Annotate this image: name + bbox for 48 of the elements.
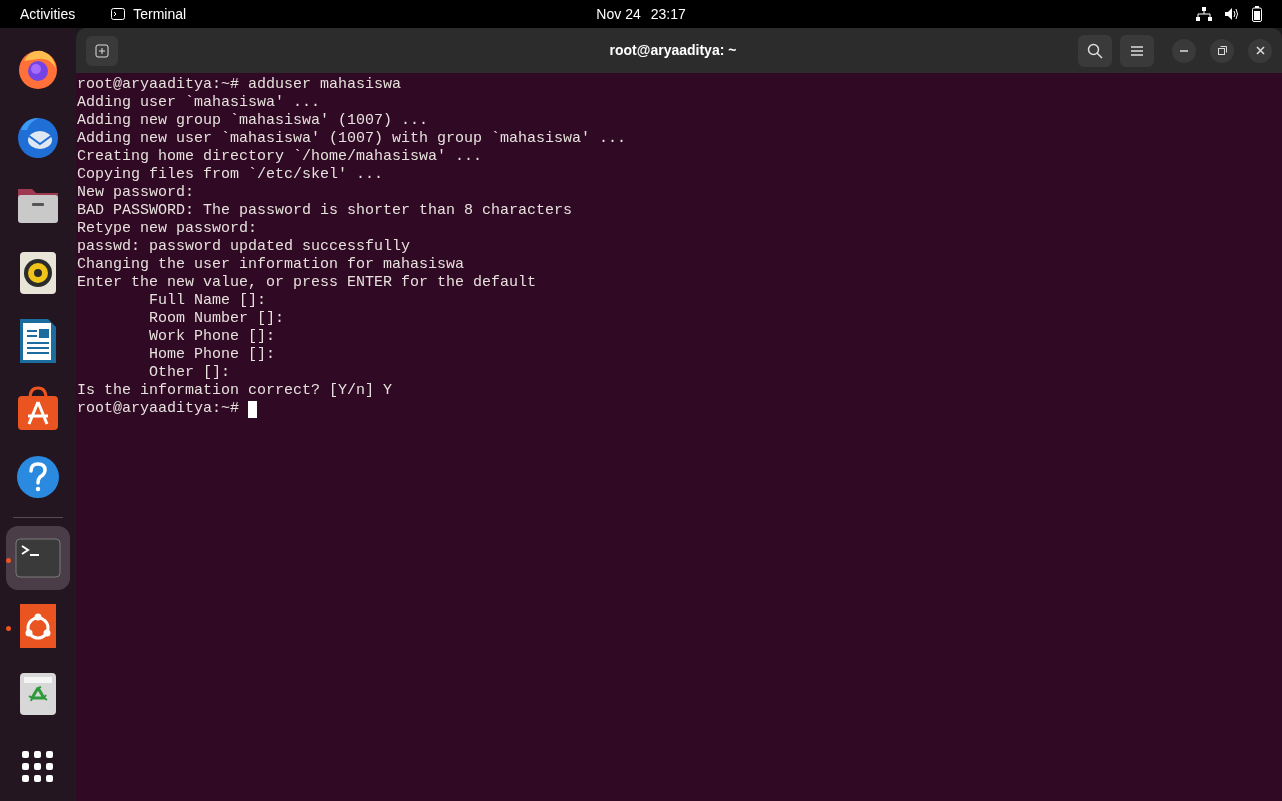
menu-button[interactable] bbox=[1120, 34, 1154, 67]
add-tab-icon bbox=[95, 43, 109, 58]
terminal-line: Room Number []: bbox=[148, 310, 285, 328]
terminal-line: Changing the user information for mahasiswa bbox=[77, 256, 465, 274]
time-label[interactable]: 23:17 bbox=[650, 3, 686, 25]
new-tab-button[interactable] bbox=[86, 35, 118, 66]
terminal-line: Adding new user `mahasiswa' (1007) with group `mahasiswa' ... bbox=[77, 130, 627, 148]
terminal-line: Work Phone []: bbox=[148, 328, 276, 346]
terminal-line: Copying files from `/etc/skel' ... bbox=[77, 166, 384, 184]
close-button[interactable] bbox=[1248, 38, 1272, 63]
terminal-icon bbox=[15, 538, 61, 578]
volume-icon[interactable] bbox=[1224, 7, 1240, 21]
search-button[interactable] bbox=[1078, 34, 1112, 67]
restore-icon bbox=[1217, 46, 1227, 55]
terminal-line: Adding new group `mahasiswa' (1007) ... bbox=[77, 112, 429, 130]
window-title: root@aryaaditya: ~ bbox=[609, 41, 737, 60]
minimize-icon bbox=[1180, 49, 1188, 52]
restore-button[interactable] bbox=[1210, 38, 1234, 63]
terminal-icon bbox=[111, 8, 126, 20]
minimize-button[interactable] bbox=[1172, 38, 1196, 63]
document-icon bbox=[19, 318, 57, 364]
terminal-line: New password: bbox=[77, 184, 195, 202]
trash-icon bbox=[19, 672, 57, 716]
app-menu-button[interactable]: Terminal bbox=[111, 3, 187, 25]
grid-icon bbox=[22, 751, 54, 783]
help-icon bbox=[16, 455, 60, 499]
activities-button[interactable]: Activities bbox=[20, 3, 76, 25]
terminal-line: passwd: password updated successfully bbox=[77, 238, 411, 256]
date-label[interactable]: Nov 24 bbox=[596, 3, 641, 25]
network-icon[interactable] bbox=[1196, 7, 1212, 21]
terminal-line: Is the information correct? [Y/n] Y bbox=[77, 382, 393, 400]
terminal-line: Creating home directory `/home/mahasiswa' ... bbox=[77, 148, 483, 166]
terminal-line: root@aryaaditya:~# adduser mahasiswa bbox=[77, 76, 402, 94]
terminal-line: Adding user `mahasiswa' ... bbox=[77, 94, 321, 112]
close-icon bbox=[1255, 46, 1265, 55]
search-icon bbox=[1087, 42, 1103, 59]
ubuntu-logo-icon bbox=[20, 604, 56, 648]
terminal-line: Enter the new value, or press ENTER for the default bbox=[77, 274, 537, 292]
battery-icon[interactable] bbox=[1252, 6, 1262, 22]
speaker-icon bbox=[19, 251, 57, 295]
terminal-line: Other []: bbox=[148, 364, 231, 382]
terminal-line: Home Phone []: bbox=[148, 346, 276, 364]
terminal-prompt: root@aryaaditya:~# bbox=[77, 400, 241, 418]
shopping-bag-icon bbox=[16, 386, 60, 432]
terminal-line: BAD PASSWORD: The password is shorter than 8 characters bbox=[77, 202, 573, 220]
terminal-line: Full Name []: bbox=[148, 292, 267, 310]
terminal-line: Retype new password: bbox=[77, 220, 258, 238]
menu-icon bbox=[1131, 45, 1143, 56]
